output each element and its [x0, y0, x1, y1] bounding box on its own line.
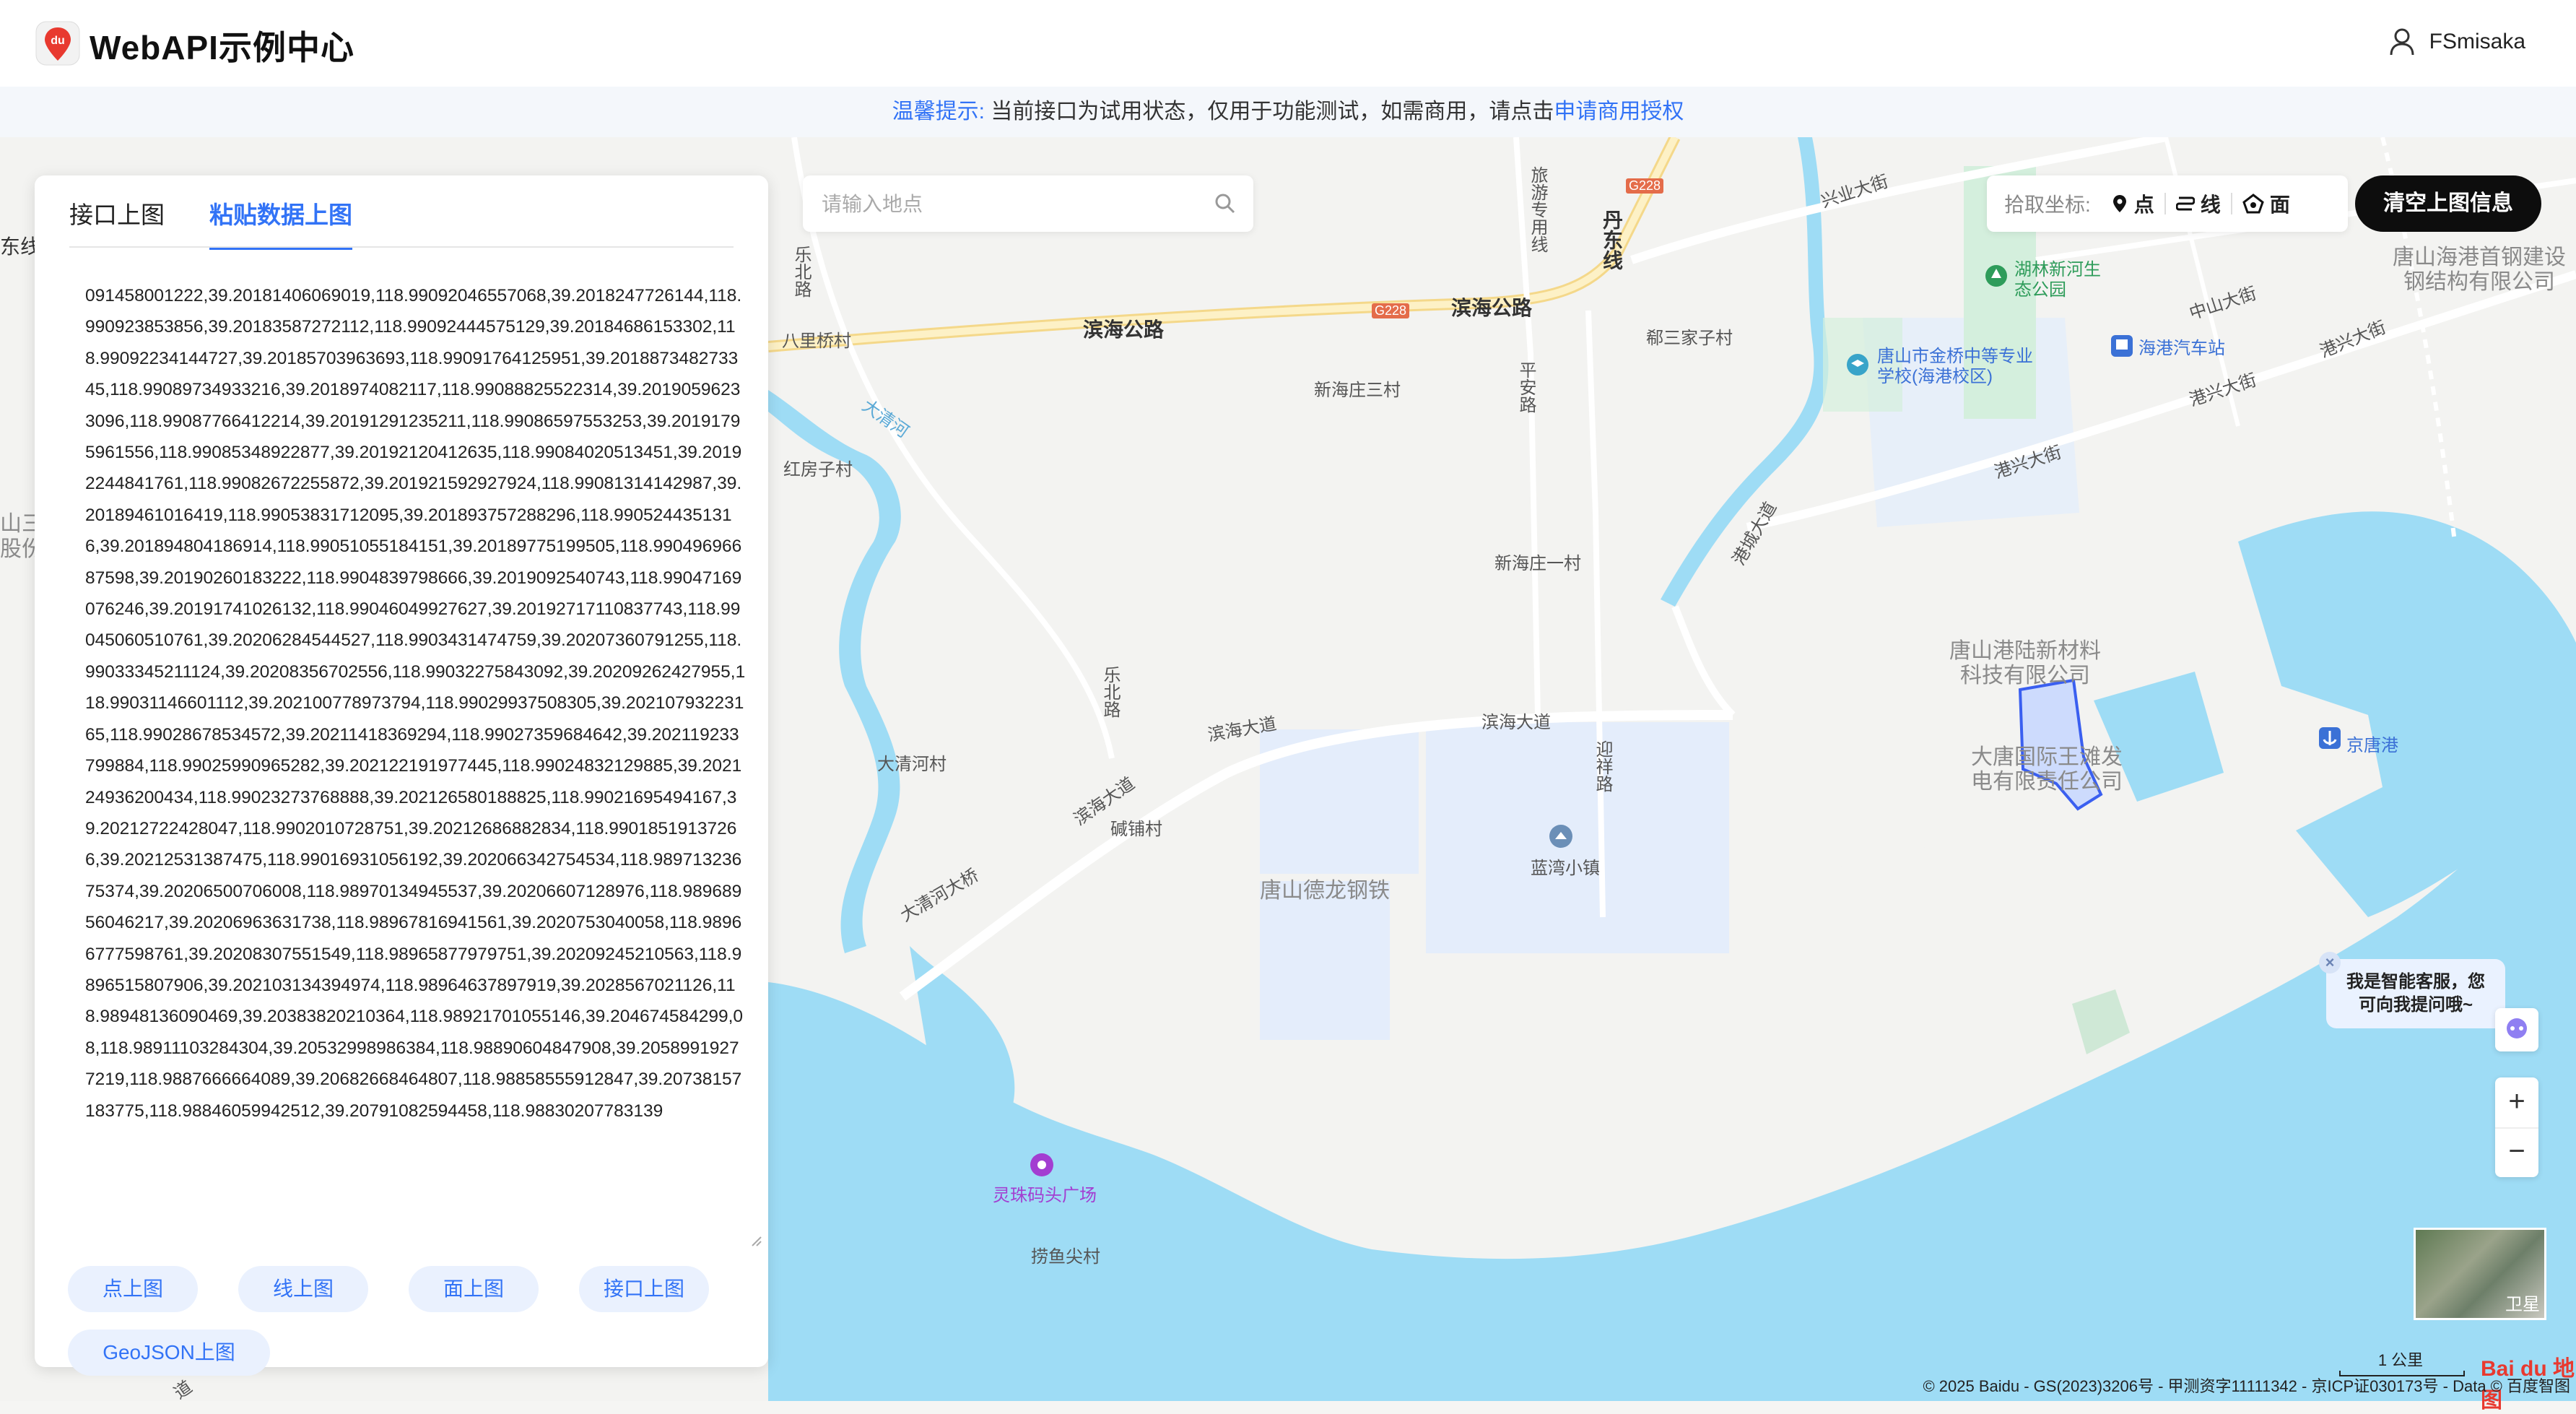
map-label: 八里桥村	[782, 331, 851, 351]
road-label: 迎祥路	[1593, 740, 1612, 792]
poi-steel-company[interactable]: 唐山海港首钢建设钢结构有限公司	[2383, 246, 2576, 295]
pick-coordinate-bar: 拾取坐标: 点 线 面	[1987, 175, 2348, 232]
road-label: 滨海大道	[1481, 713, 1551, 732]
trial-notice-bar: 温馨提示: 当前接口为试用状态，仅用于功能测试，如需商用，请点击申请商用授权	[0, 87, 2576, 137]
chat-text-line2: 可向我提问哦~	[2358, 995, 2473, 1015]
polygon-icon	[2242, 194, 2264, 214]
coordinate-data-textarea[interactable]: 091458001222,39.20181406069019,118.99092…	[85, 280, 746, 1248]
search-icon[interactable]	[1214, 193, 1236, 214]
panel-tabs: 接口上图 粘贴数据上图	[69, 196, 352, 250]
tab-paste-data-plot[interactable]: 粘贴数据上图	[209, 196, 352, 250]
chat-text-line1: 我是智能客服，您	[2346, 972, 2485, 992]
map-label: 捞鱼尖村	[1031, 1247, 1100, 1267]
zoom-in-button[interactable]: +	[2495, 1077, 2538, 1129]
poi-bus-station[interactable]: 海港汽车站	[2138, 334, 2225, 359]
map-copyright: © 2025 Baidu - GS(2023)3206号 - 甲测资字11111…	[1923, 1377, 2570, 1395]
poi-newmaterial[interactable]: 唐山港陆新材料科技有限公司	[1949, 639, 2101, 688]
poi-delong-steel[interactable]: 唐山德龙钢铁	[1260, 872, 1390, 904]
road-label: 滨海公路	[1451, 297, 1533, 319]
tab-api-plot[interactable]: 接口上图	[69, 196, 165, 250]
resize-handle-icon[interactable]	[751, 1236, 762, 1247]
polygon-plot-button[interactable]: 面上图	[409, 1266, 539, 1312]
api-plot-button[interactable]: 接口上图	[579, 1266, 709, 1312]
notice-prefix: 温馨提示:	[892, 100, 985, 123]
satellite-toggle[interactable]: 卫星	[2414, 1228, 2546, 1320]
place-search-box	[803, 175, 1253, 232]
point-plot-button[interactable]: 点上图	[68, 1266, 198, 1312]
bus-marker-icon[interactable]	[2110, 334, 2134, 358]
top-header: du WebAPI示例中心 FSmisaka	[0, 0, 2576, 87]
road-label: 丹东线	[1601, 209, 1623, 270]
port-marker-icon[interactable]	[2318, 726, 2342, 750]
assistant-icon	[2507, 1018, 2527, 1038]
clear-plot-button[interactable]: 清空上图信息	[2355, 175, 2541, 232]
line-plot-button[interactable]: 线上图	[238, 1266, 368, 1312]
town-marker-icon[interactable]	[1548, 823, 1574, 849]
road-label: 旅游专用线	[1528, 166, 1547, 253]
plot-buttons-row-2: GeoJSON上图	[68, 1330, 270, 1376]
road-shield: G228	[1372, 303, 1410, 318]
geojson-plot-button[interactable]: GeoJSON上图	[68, 1330, 270, 1376]
user-name: FSmisaka	[2429, 30, 2525, 53]
zoom-out-button[interactable]: −	[2495, 1129, 2538, 1177]
pick-polygon-button[interactable]: 面	[2232, 189, 2300, 218]
road-label: 平安路	[1516, 361, 1536, 413]
map-label: 郗三家子村	[1646, 329, 1733, 348]
road-label: 滨海公路	[1083, 318, 1165, 341]
tab-divider	[69, 246, 734, 248]
map-label: 大清河村	[877, 755, 947, 774]
poi-lingzhu[interactable]: 灵珠码头广场	[993, 1181, 1097, 1206]
pick-label: 拾取坐标:	[2004, 194, 2091, 216]
brand-title: WebAPI示例中心	[90, 29, 354, 66]
assistant-button[interactable]	[2495, 1008, 2538, 1051]
poi-park[interactable]: 湖林新河生态公园	[2014, 260, 2101, 300]
poi-lanwan[interactable]: 蓝湾小镇	[1531, 854, 1600, 879]
pick-line-button[interactable]: 线	[2166, 189, 2231, 218]
user-icon	[2390, 28, 2414, 56]
school-marker-icon[interactable]	[1845, 352, 1870, 377]
baidu-map-logo-icon[interactable]: du	[35, 20, 81, 68]
apply-license-link[interactable]: 申请商用授权	[1554, 100, 1684, 123]
pick-point-button[interactable]: 点	[2101, 189, 2164, 218]
svg-text:du: du	[51, 35, 65, 47]
plot-buttons-row: 点上图 线上图 面上图 接口上图	[68, 1266, 709, 1312]
poi-school[interactable]: 唐山市金桥中等专业学校(海港校区)	[1877, 347, 2036, 387]
satellite-label: 卫星	[2505, 1295, 2540, 1314]
road-shield: G228	[1626, 178, 1664, 194]
zoom-control: + −	[2495, 1077, 2538, 1177]
map-label: 新海庄三村	[1314, 381, 1401, 400]
user-menu[interactable]: FSmisaka	[2389, 27, 2525, 56]
scale-label: 1 公里	[2377, 1351, 2424, 1369]
location-pin-icon	[2112, 195, 2126, 212]
map-label: 红房子村	[783, 460, 853, 480]
place-search-input[interactable]	[820, 187, 1198, 222]
map-scale-bar: 1 公里	[2339, 1348, 2465, 1376]
plaza-marker-icon[interactable]	[1029, 1152, 1055, 1178]
map-label: 碱铺村	[1110, 820, 1162, 839]
park-marker-icon[interactable]	[1984, 264, 2009, 288]
poi-jingtang-port[interactable]: 京唐港	[2346, 731, 2398, 756]
road-label: 乐北路	[1100, 666, 1120, 718]
map-label: 新海庄一村	[1494, 554, 1581, 573]
close-icon[interactable]: ×	[2319, 952, 2341, 973]
line-path-icon	[2175, 196, 2195, 211]
ai-assistant-bubble[interactable]: × 我是智能客服，您 可向我提问哦~	[2319, 952, 2505, 1028]
notice-text: 当前接口为试用状态，仅用于功能测试，如需商用，请点击	[985, 100, 1554, 123]
road-label: 乐北路	[791, 246, 811, 298]
data-input-panel: 接口上图 粘贴数据上图 091458001222,39.201814060690…	[35, 175, 768, 1376]
poi-datang-power[interactable]: 大唐国际王滩发电有限责任公司	[1964, 745, 2130, 794]
